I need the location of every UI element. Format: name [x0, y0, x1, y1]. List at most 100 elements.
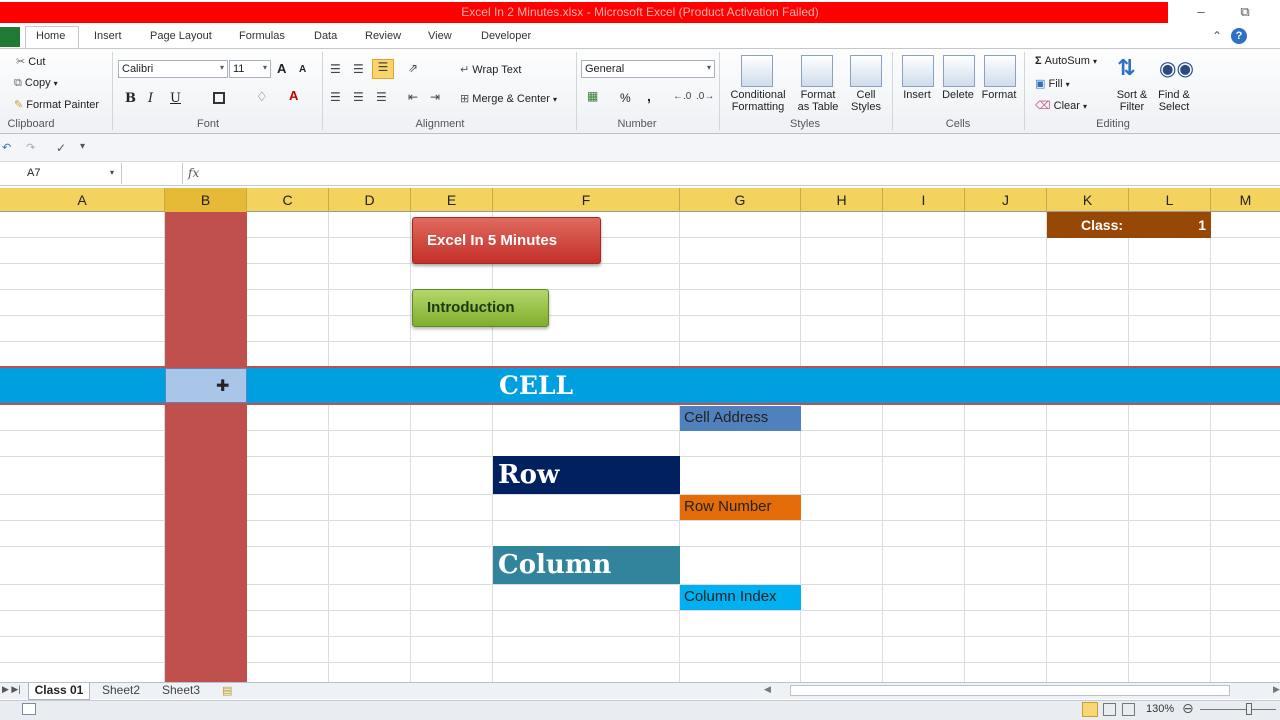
fill-color-icon[interactable]: ♢	[256, 89, 268, 105]
column-header-l[interactable]: L	[1129, 188, 1211, 212]
conditional-formatting-button[interactable]: Conditional Formatting	[727, 89, 789, 113]
chevron-down-icon[interactable]: ▾	[110, 168, 114, 177]
cell-address-label: Cell Address	[680, 406, 801, 431]
copy-button[interactable]: ⧉ Copy ▾	[14, 77, 58, 90]
zoom-level[interactable]: 130%	[1146, 703, 1174, 715]
percent-button[interactable]: %	[620, 91, 631, 105]
insert-cells-button[interactable]: Insert	[899, 89, 935, 101]
sort-filter-button[interactable]: Sort & Filter	[1110, 89, 1154, 113]
format-as-table-button[interactable]: Format as Table	[792, 89, 844, 113]
formula-input[interactable]	[182, 163, 1280, 184]
column-header-m[interactable]: M	[1211, 188, 1280, 212]
collapse-ribbon-icon[interactable]: ⌃	[1212, 29, 1222, 43]
font-size-select[interactable]: 11 ▾	[229, 60, 271, 78]
currency-icon[interactable]: ▦	[587, 89, 598, 103]
orientation-icon[interactable]: ⇗	[408, 61, 418, 75]
underline-button[interactable]: U	[170, 91, 181, 106]
undo-icon[interactable]: ↶	[2, 141, 11, 154]
plus-cursor-icon: ✚	[216, 378, 230, 395]
font-name-value: Calibri	[122, 63, 154, 75]
scroll-right-icon[interactable]: ▶	[1273, 684, 1280, 695]
find-select-button[interactable]: Find & Select	[1152, 89, 1196, 113]
increase-indent-icon[interactable]: ⇥	[430, 90, 440, 104]
normal-view-icon[interactable]	[1082, 702, 1098, 717]
cell-styles-button[interactable]: Cell Styles	[846, 89, 886, 113]
bold-button[interactable]: B	[125, 91, 136, 106]
tab-page-layout[interactable]: Page Layout	[150, 30, 212, 42]
fill-button[interactable]: ▣ Fill ▾	[1035, 77, 1070, 90]
number-group-label: Number	[617, 118, 657, 130]
introduction-button[interactable]: Introduction	[412, 289, 549, 327]
wrap-text-button[interactable]: ↵ Wrap Text	[460, 63, 521, 76]
clear-button[interactable]: ⌫ Clear ▾	[1035, 99, 1087, 112]
number-format-select[interactable]: General ▾	[581, 60, 715, 78]
restore-button[interactable]: ⧉	[1234, 4, 1256, 22]
page-break-view-icon[interactable]	[1122, 703, 1135, 716]
align-left-icon[interactable]: ☰	[330, 90, 341, 104]
sheet-tab-sheet3[interactable]: Sheet3	[162, 683, 200, 697]
insert-sheet-icon[interactable]: ▤	[222, 684, 232, 697]
column-header-e[interactable]: E	[411, 188, 493, 212]
active-cell-b7[interactable]	[165, 368, 247, 403]
tab-formulas[interactable]: Formulas	[239, 30, 285, 42]
name-box[interactable]: A7	[0, 163, 122, 184]
autosum-button[interactable]: Σ AutoSum ▾	[1035, 55, 1097, 67]
cut-button[interactable]: ✂ Cut	[16, 55, 45, 68]
column-header-h[interactable]: H	[801, 188, 883, 212]
shrink-font-button[interactable]: A	[299, 64, 306, 75]
tab-home[interactable]: Home	[36, 30, 65, 42]
borders-icon[interactable]	[213, 92, 225, 104]
align-center-icon[interactable]: ☰	[353, 90, 364, 104]
format-cells-button[interactable]: Format	[979, 89, 1019, 101]
scroll-left-icon[interactable]: ◀	[764, 684, 771, 695]
column-header-g[interactable]: G	[680, 188, 801, 212]
macro-record-icon[interactable]	[22, 703, 36, 715]
horizontal-scrollbar[interactable]	[790, 685, 1230, 696]
font-color-button[interactable]: A	[289, 88, 298, 103]
file-tab[interactable]	[0, 27, 20, 47]
column-header-b[interactable]: B	[165, 188, 247, 212]
tab-data[interactable]: Data	[314, 30, 337, 42]
align-right-icon[interactable]: ☰	[376, 90, 387, 104]
comma-button[interactable]: ,	[647, 88, 651, 104]
help-icon[interactable]: ?	[1231, 28, 1247, 44]
tab-developer[interactable]: Developer	[481, 30, 531, 42]
formatting-label: Formatting	[731, 101, 785, 113]
sheet-nav-arrows[interactable]: ▶ ▶|	[2, 684, 21, 695]
zoom-slider-thumb[interactable]	[1246, 703, 1252, 715]
decrease-indent-icon[interactable]: ⇤	[408, 90, 418, 104]
decrease-decimal-icon[interactable]: .0→	[696, 91, 714, 102]
align-middle-icon[interactable]: ☰	[353, 62, 364, 76]
zoom-slider[interactable]	[1200, 709, 1276, 710]
tab-insert[interactable]: Insert	[94, 30, 122, 42]
tab-review[interactable]: Review	[365, 30, 401, 42]
column-header-d[interactable]: D	[329, 188, 411, 212]
delete-cells-button[interactable]: Delete	[940, 89, 976, 101]
grow-font-button[interactable]: A	[277, 61, 286, 76]
font-name-select[interactable]: Calibri ▾	[118, 60, 228, 78]
worksheet-grid[interactable]: Class: 1 Excel In 5 Minutes Introduction…	[0, 212, 1280, 682]
column-header-a[interactable]: A	[0, 188, 165, 212]
increase-decimal-icon[interactable]: ←.0	[673, 91, 691, 102]
excel-5-minutes-button[interactable]: Excel In 5 Minutes	[412, 217, 601, 264]
column-header-f[interactable]: F	[493, 188, 680, 212]
format-painter-button[interactable]: ✎ Format Painter	[14, 98, 99, 111]
tab-view[interactable]: View	[428, 30, 452, 42]
align-bottom-icon[interactable]: ☰	[372, 59, 394, 79]
minimize-button[interactable]: –	[1190, 4, 1212, 22]
column-header-j[interactable]: J	[965, 188, 1047, 212]
column-header-c[interactable]: C	[247, 188, 329, 212]
wrap-text-label: Wrap Text	[472, 64, 522, 76]
zoom-out-icon[interactable]: ⊖	[1182, 700, 1194, 717]
sheet-tab-class-01[interactable]: Class 01	[28, 683, 90, 700]
sheet-tab-sheet2[interactable]: Sheet2	[102, 683, 140, 697]
merge-center-button[interactable]: ⊞ Merge & Center ▾	[460, 92, 557, 105]
column-header-k[interactable]: K	[1047, 188, 1129, 212]
customize-qat-icon[interactable]: ▾	[80, 141, 85, 152]
column-header-i[interactable]: I	[883, 188, 965, 212]
redo-icon[interactable]: ↷	[26, 141, 35, 154]
checkmark-icon[interactable]: ✓	[56, 141, 66, 155]
page-layout-view-icon[interactable]	[1103, 703, 1116, 716]
align-top-icon[interactable]: ☰	[330, 62, 341, 76]
italic-button[interactable]: I	[148, 91, 153, 106]
